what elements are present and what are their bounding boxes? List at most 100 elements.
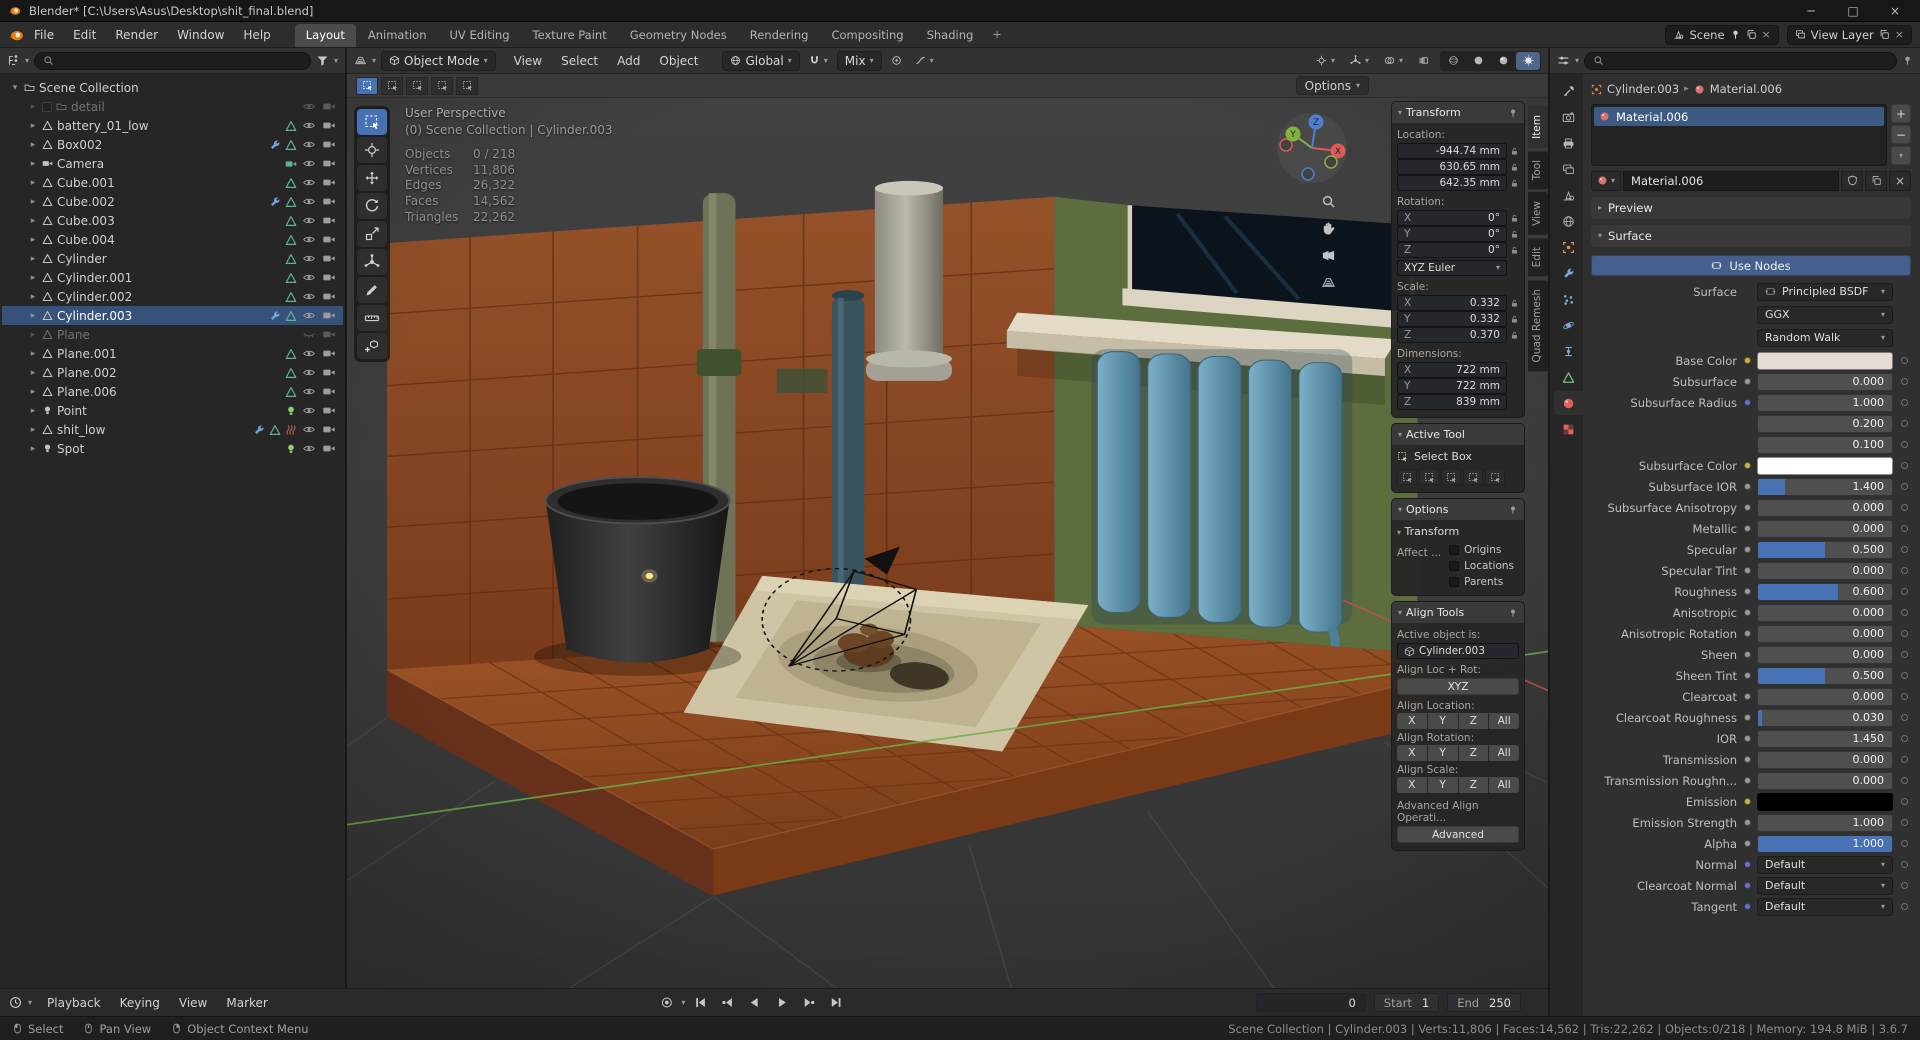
keyframe-decorator[interactable]	[1901, 861, 1908, 868]
keyframe-decorator[interactable]	[1901, 378, 1908, 385]
checkbox-origins[interactable]: Origins	[1449, 544, 1519, 556]
render-toggle-icon[interactable]	[321, 252, 337, 265]
scale-y-field[interactable]: Y0.332	[1397, 311, 1507, 327]
visibility-toggle-icon[interactable]	[301, 347, 317, 360]
workspace-tab-shading[interactable]: Shading	[916, 24, 985, 47]
gizmos-dropdown[interactable]: ▾	[1346, 51, 1373, 71]
keyframe-decorator[interactable]	[1901, 651, 1908, 658]
visibility-toggle-icon[interactable]	[301, 138, 317, 151]
align-scale-x-button[interactable]: X	[1397, 777, 1427, 793]
keyframe-decorator[interactable]	[1901, 798, 1908, 805]
keyframe-decorator[interactable]	[1901, 903, 1908, 910]
view-layer-selector[interactable]: View Layer ×	[1787, 25, 1912, 45]
outliner-item-plane[interactable]: ▸Plane	[2, 325, 343, 344]
rotation-y-field[interactable]: Y0°	[1397, 226, 1507, 242]
visibility-toggle-icon[interactable]	[301, 157, 317, 170]
select-mode-intersect-button[interactable]	[456, 77, 478, 95]
viewport-menu-view[interactable]: View	[505, 51, 551, 71]
render-toggle-icon[interactable]	[321, 328, 337, 341]
outliner-item-cylinder-003[interactable]: ▸Cylinder.003	[2, 306, 343, 325]
start-frame-field[interactable]: Start1	[1374, 993, 1439, 1012]
properties-tab-view-layer[interactable]	[1554, 157, 1583, 181]
properties-tab-output[interactable]	[1554, 131, 1583, 155]
align-location-x-button[interactable]: X	[1397, 713, 1427, 729]
render-toggle-icon[interactable]	[321, 290, 337, 303]
breadcrumb-object[interactable]: Cylinder.003	[1607, 82, 1679, 96]
prop-clearcoat[interactable]: 0.000	[1757, 688, 1893, 706]
prop-roughness[interactable]: 0.600	[1757, 583, 1893, 601]
prop-subsurface-anisotropy[interactable]: 0.000	[1757, 499, 1893, 517]
options-subtitle[interactable]: ▾ Transform	[1397, 525, 1519, 538]
sidebar-tab-quad-remesh[interactable]: Quad Remesh	[1528, 280, 1548, 371]
distribution-dropdown[interactable]: GGX▾	[1757, 306, 1893, 324]
expand-icon[interactable]: ▸	[28, 406, 38, 416]
visibility-toggle-icon[interactable]	[301, 271, 317, 284]
selectability-dropdown[interactable]: ▾	[1312, 51, 1339, 71]
align-rotation-all-button[interactable]: All	[1489, 745, 1519, 761]
navigation-gizmo[interactable]: XYZ	[1274, 110, 1350, 186]
keyframe-decorator[interactable]	[1901, 840, 1908, 847]
keyframe-decorator[interactable]	[1901, 441, 1908, 448]
play-button[interactable]	[769, 993, 793, 1013]
expand-icon[interactable]: ▸	[28, 273, 38, 283]
render-toggle-icon[interactable]	[321, 271, 337, 284]
prop-metallic[interactable]: 0.000	[1757, 520, 1893, 538]
render-toggle-icon[interactable]	[321, 214, 337, 227]
render-toggle-icon[interactable]	[321, 385, 337, 398]
add-slot-button[interactable]: +	[1891, 104, 1911, 123]
align-location-y-button[interactable]: Y	[1428, 713, 1458, 729]
shading-material-button[interactable]	[1491, 52, 1515, 70]
menu-file[interactable]: File	[25, 25, 63, 45]
render-toggle-icon[interactable]	[321, 100, 337, 113]
visibility-toggle-icon[interactable]	[301, 100, 317, 113]
viewport-menu-object[interactable]: Object	[650, 51, 707, 71]
workspace-tab-texture-paint[interactable]: Texture Paint	[522, 24, 618, 47]
keyframe-decorator[interactable]	[1901, 483, 1908, 490]
tool-mode-button-3[interactable]	[1463, 469, 1483, 485]
prop-tangent[interactable]: Default▾	[1757, 898, 1893, 916]
select-mode-new-button[interactable]	[356, 77, 378, 95]
pin-icon[interactable]	[1730, 29, 1741, 40]
fake-user-button[interactable]	[1841, 171, 1863, 191]
tool-add-cube[interactable]	[357, 333, 387, 359]
visibility-toggle-icon[interactable]	[301, 290, 317, 303]
prop-anisotropic-rotation[interactable]: 0.000	[1757, 625, 1893, 643]
menu-render[interactable]: Render	[106, 25, 167, 45]
editor-type-caret-icon[interactable]: ▾	[372, 57, 376, 65]
expand-icon[interactable]: ▸	[28, 140, 38, 150]
expand-icon[interactable]: ▸	[28, 197, 38, 207]
select-mode-extend-button[interactable]	[381, 77, 403, 95]
tool-mode-button-2[interactable]	[1441, 469, 1461, 485]
outliner-item-scene-collection[interactable]: ▾ Scene Collection	[2, 78, 343, 97]
keyframe-decorator[interactable]	[1901, 819, 1908, 826]
previous-keyframe-button[interactable]	[715, 993, 739, 1013]
expand-icon[interactable]: ▸	[28, 121, 38, 131]
workspace-tab-uv-editing[interactable]: UV Editing	[439, 24, 521, 47]
jump-to-start-button[interactable]	[688, 993, 712, 1013]
tool-move[interactable]	[357, 165, 387, 191]
workspace-tab-animation[interactable]: Animation	[357, 24, 438, 47]
exclude-checkbox[interactable]	[42, 102, 52, 112]
tool-mode-button-1[interactable]	[1419, 469, 1439, 485]
outliner-item-battery-01-low[interactable]: ▸battery_01_low	[2, 116, 343, 135]
visibility-toggle-icon[interactable]	[301, 195, 317, 208]
render-toggle-icon[interactable]	[321, 404, 337, 417]
expand-icon[interactable]: ▸	[28, 292, 38, 302]
visibility-toggle-icon[interactable]	[301, 176, 317, 189]
location-y-field[interactable]: 630.65 mm	[1397, 159, 1507, 175]
transform-panel-header[interactable]: ▾Transform	[1392, 102, 1524, 123]
location-z-field[interactable]: 642.35 mm	[1397, 175, 1507, 191]
pin-icon[interactable]	[1508, 108, 1518, 118]
pin-icon[interactable]	[1508, 608, 1518, 618]
prop-subsurface-radius-0[interactable]: 1.000	[1757, 394, 1893, 412]
blender-menu-icon[interactable]	[8, 27, 24, 43]
outliner-item-plane-006[interactable]: ▸Plane.006	[2, 382, 343, 401]
align-location-z-button[interactable]: Z	[1459, 713, 1489, 729]
timeline-menu-view[interactable]: View	[170, 993, 216, 1013]
visibility-toggle-icon[interactable]	[301, 214, 317, 227]
keyframe-decorator[interactable]	[1901, 357, 1908, 364]
outliner-item-shit-low[interactable]: ▸shit_low	[2, 420, 343, 439]
auto-keying-button[interactable]	[654, 993, 678, 1013]
pan-hand-icon[interactable]	[1321, 221, 1336, 236]
pin-icon[interactable]	[1508, 505, 1518, 515]
